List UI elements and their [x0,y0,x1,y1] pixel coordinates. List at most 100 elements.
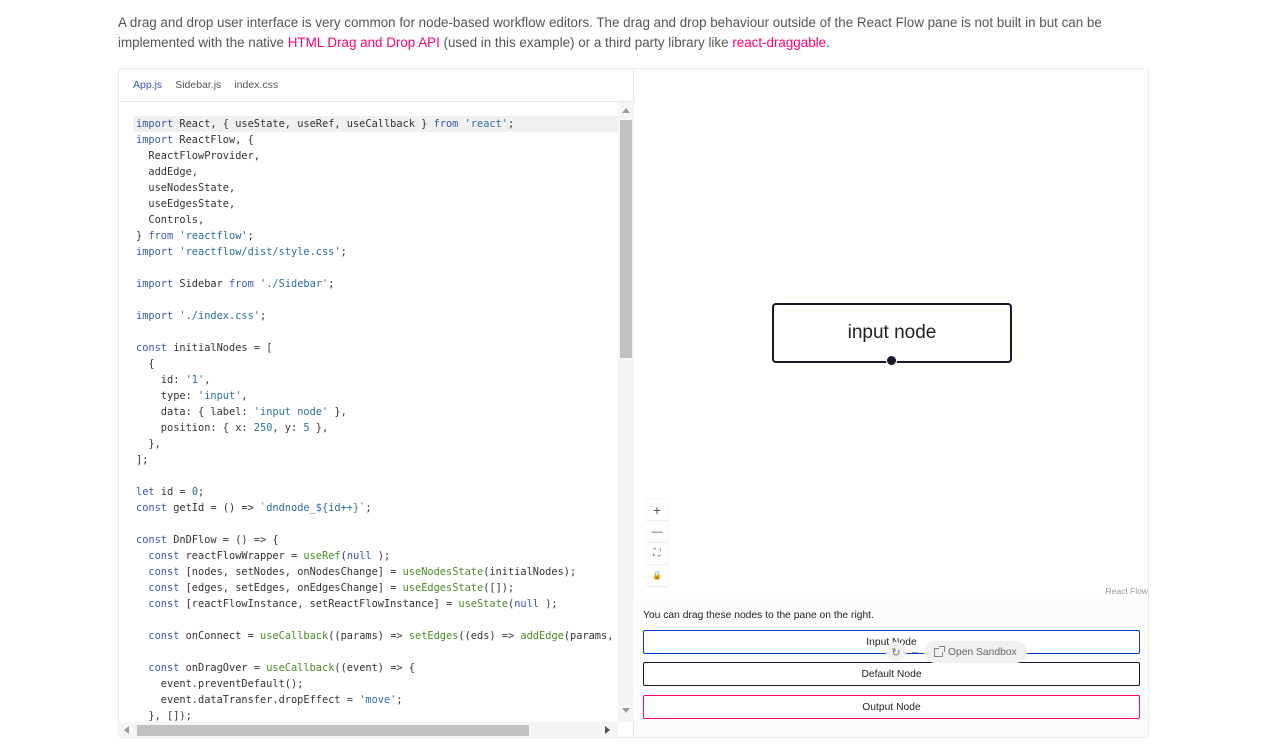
draggable-default-node[interactable]: Default Node [643,662,1140,686]
code-token: ; [508,118,515,130]
horizontal-scroll-thumb[interactable] [137,725,529,736]
code-token: id: [136,374,186,386]
open-sandbox-button[interactable]: Open Sandbox [924,641,1027,663]
code-token: ; [396,694,403,706]
vertical-scroll-thumb[interactable] [620,120,632,358]
code-line[interactable]: type: 'input', [133,388,618,404]
code-token: null [346,550,378,562]
code-token: 'reactflow' [173,230,248,242]
code-token: ; [247,230,254,242]
code-line[interactable]: const getId = () => `dndnode_${id++}`; [133,500,618,516]
html-dnd-api-link[interactable]: HTML Drag and Drop API [288,35,440,50]
draggable-output-node[interactable]: Output Node [643,695,1140,719]
code-line[interactable] [133,516,618,532]
code-token: ; [365,502,372,514]
code-line[interactable]: import 'reactflow/dist/style.css'; [133,244,618,260]
tab-index-css[interactable]: index.css [234,79,278,91]
code-token: ((event) => { [334,662,415,674]
code-line[interactable]: const DnDFlow = () => { [133,532,618,548]
code-line[interactable]: ReactFlowProvider, [133,148,618,164]
code-area[interactable]: import React, { useState, useRef, useCal… [119,102,618,722]
code-line[interactable]: }, []); [133,708,618,722]
lock-button[interactable]: 🔒 [646,565,668,587]
lock-icon: 🔒 [652,571,662,580]
code-line[interactable] [133,468,618,484]
code-line[interactable]: event.dataTransfer.dropEffect = 'move'; [133,692,618,708]
zoom-out-button[interactable]: — [646,521,668,543]
code-line[interactable]: { [133,356,618,372]
tab-app-js[interactable]: App.js [133,79,162,91]
code-line[interactable]: Controls, [133,212,618,228]
code-line[interactable] [133,612,618,628]
code-line[interactable]: import './index.css'; [133,308,618,324]
code-line[interactable]: import ReactFlow, { [133,132,618,148]
code-token: data: { label: [136,406,254,418]
code-token: [reactFlowInstance, setReactFlowInstance… [179,598,459,610]
external-link-icon [934,645,945,657]
code-line[interactable] [133,292,618,308]
code-token: useCallback [260,630,329,642]
scroll-right-arrow-icon[interactable] [605,726,610,734]
code-line[interactable]: const [nodes, setNodes, onNodesChange] =… [133,564,618,580]
code-token: '1' [185,374,205,386]
code-line[interactable]: data: { label: 'input node' }, [133,404,618,420]
intro-text-2: (used in this example) or a third party … [439,35,733,50]
code-token: , [241,390,248,402]
code-token: const [136,598,180,610]
code-line[interactable] [133,324,618,340]
code-line[interactable]: import Sidebar from './Sidebar'; [133,276,618,292]
code-line[interactable]: import React, { useState, useRef, useCal… [133,116,618,132]
code-token: ]; [136,454,149,466]
code-token: initialNodes = [ [167,342,273,354]
code-token: const [136,630,180,642]
code-line[interactable]: const onDragOver = useCallback((event) =… [133,660,618,676]
tab-sidebar-js[interactable]: Sidebar.js [175,79,221,91]
code-line[interactable]: addEdge, [133,164,618,180]
code-line[interactable] [133,260,618,276]
refresh-button[interactable]: ↻ [886,642,906,662]
code-line[interactable]: const [edges, setEdges, onEdgesChange] =… [133,580,618,596]
code-token: ; [340,246,347,258]
scroll-down-arrow-icon[interactable] [622,708,630,713]
code-line[interactable]: const initialNodes = [ [133,340,618,356]
code-token: }, []); [136,710,192,722]
minus-icon: — [651,525,663,538]
code-line[interactable]: }, [133,436,618,452]
code-line[interactable]: let id = 0; [133,484,618,500]
code-content[interactable]: import React, { useState, useRef, useCal… [133,116,618,722]
code-line[interactable]: const [reactFlowInstance, setReactFlowIn… [133,596,618,612]
code-line[interactable]: event.preventDefault(); [133,676,618,692]
code-token: ([]); [483,582,515,594]
code-line[interactable]: ]; [133,452,618,468]
code-token: [edges, setEdges, onEdgesChange] = [179,582,403,594]
react-flow-pane[interactable]: input node + — ⛶ 🔒 React Flow [635,69,1148,599]
code-line[interactable] [133,644,618,660]
vertical-scrollbar[interactable] [618,102,634,722]
react-draggable-link[interactable]: react-draggable [732,35,826,50]
code-token: 'move' [359,694,397,706]
code-line[interactable]: const onConnect = useCallback((params) =… [133,628,618,644]
horizontal-scrollbar[interactable] [119,722,618,737]
code-token: addEdge, [136,166,198,178]
code-token: `dndnode_${id++}` [260,502,366,514]
code-token: reactFlowWrapper = [179,550,304,562]
code-line[interactable]: id: '1', [133,372,618,388]
code-token: const [136,566,180,578]
flow-input-node[interactable]: input node [772,303,1012,363]
code-token: type: [136,390,198,402]
code-line[interactable]: useEdgesState, [133,196,618,212]
fit-view-button[interactable]: ⛶ [646,543,668,565]
scroll-left-arrow-icon[interactable] [124,726,129,734]
code-token: ((eds) => [458,630,521,642]
react-flow-attribution[interactable]: React Flow [1105,586,1148,596]
code-token: onConnect = [179,630,260,642]
zoom-in-button[interactable]: + [646,499,668,521]
code-line[interactable]: } from 'reactflow'; [133,228,618,244]
code-line[interactable]: useNodesState, [133,180,618,196]
code-token: getId = () => [167,502,260,514]
code-line[interactable]: const reactFlowWrapper = useRef(null ); [133,548,618,564]
code-token: [nodes, setNodes, onNodesChange] = [179,566,403,578]
source-handle[interactable] [886,355,897,366]
code-line[interactable]: position: { x: 250, y: 5 }, [133,420,618,436]
scroll-up-arrow-icon[interactable] [622,108,630,113]
